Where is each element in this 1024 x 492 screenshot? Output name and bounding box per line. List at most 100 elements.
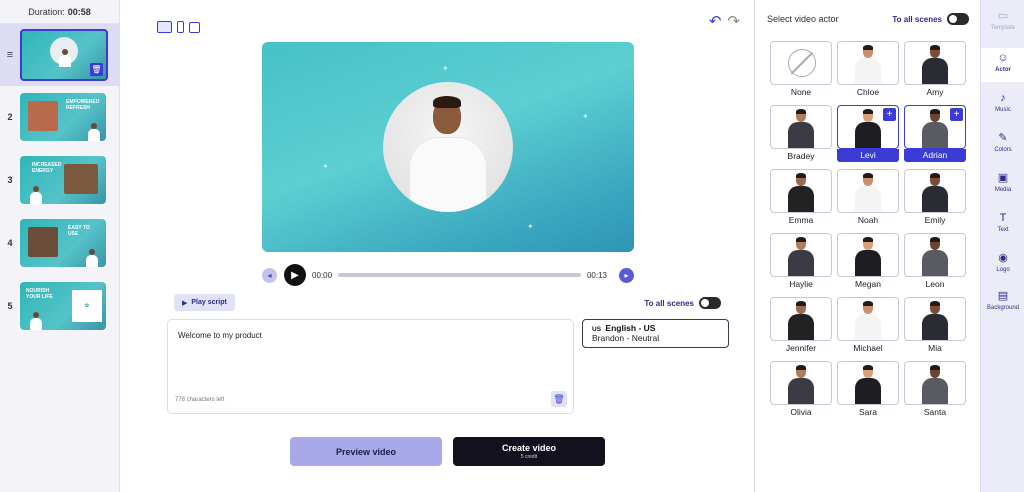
toolbar-item-background[interactable]: ▤ Background	[981, 286, 1024, 316]
toolbar-item-colors[interactable]: ✎ Colors	[981, 128, 1024, 158]
thumbnail-person	[30, 186, 42, 204]
toolbar-item-text[interactable]: T Text	[981, 208, 1024, 238]
actor-thumbnail[interactable]	[837, 297, 899, 341]
play-script-button[interactable]: ▶ Play script	[174, 294, 235, 311]
actor-card[interactable]: Leon	[904, 233, 966, 297]
actor-card[interactable]: Sara	[837, 361, 899, 425]
create-video-button[interactable]: Create video 5 credit	[453, 437, 605, 466]
progress-track[interactable]	[338, 273, 581, 277]
preview-video-button[interactable]: Preview video	[290, 437, 442, 466]
no-actor-icon	[788, 49, 816, 77]
scene-thumbnail[interactable]: 🗑	[20, 29, 108, 81]
toolbar-item-label: Music	[995, 107, 1011, 113]
toolbar-item-template[interactable]: ▭ Template	[981, 6, 1024, 36]
actor-thumbnail[interactable]	[904, 41, 966, 85]
undo-icon[interactable]: ↶	[709, 12, 722, 30]
actor-thumbnail[interactable]	[904, 169, 966, 213]
play-button[interactable]: ▶	[284, 264, 306, 286]
add-actor-icon[interactable]: +	[950, 108, 963, 121]
voice-name: Brandon - Neutral	[592, 333, 660, 343]
actor-card[interactable]: Bradey	[770, 105, 832, 169]
actor-card[interactable]: Jennifer	[770, 297, 832, 361]
toolbar-item-media[interactable]: ▣ Media	[981, 168, 1024, 198]
play-script-label: Play script	[191, 299, 227, 306]
total-time: 00:13	[586, 270, 607, 280]
actor-card[interactable]: None	[770, 41, 832, 105]
toolbar-item-music[interactable]: ♪ Music	[981, 88, 1024, 118]
toolbar-item-actor[interactable]: ☺ Actor	[981, 48, 1024, 82]
actor-thumbnail[interactable]: +	[904, 105, 966, 149]
thumbnail-person	[30, 312, 42, 330]
toolbar-item-label: Background	[986, 305, 1020, 311]
actor-avatar	[383, 82, 513, 212]
none-actor-icon[interactable]	[770, 41, 832, 85]
actor-figure	[788, 109, 814, 148]
actor-thumbnail[interactable]: +	[837, 105, 899, 149]
thumbnail-photo	[28, 101, 58, 131]
actor-thumbnail[interactable]	[837, 169, 899, 213]
toolbar-item-label: Text	[997, 227, 1009, 233]
rewind-icon[interactable]: ◂	[262, 267, 277, 283]
add-actor-icon[interactable]: +	[883, 108, 896, 121]
actor-card[interactable]: Emily	[904, 169, 966, 233]
actor-card[interactable]: Mia	[904, 297, 966, 361]
drag-handle-icon[interactable]: ≡	[0, 49, 20, 61]
actor-thumbnail[interactable]	[837, 233, 899, 277]
actor-card[interactable]: Chloe	[837, 41, 899, 105]
actor-card[interactable]: Megan	[837, 233, 899, 297]
actor-thumbnail[interactable]	[904, 233, 966, 277]
actor-name: Sara	[859, 407, 877, 417]
actor-name: Emily	[924, 215, 946, 225]
sparkle-icon: ✦	[322, 162, 329, 171]
landscape-ratio-icon[interactable]	[157, 21, 172, 33]
scene-item-3[interactable]: 3 INCREASED ENERGY	[0, 155, 120, 205]
scene-item-5[interactable]: 5 NOURISH YOUR LIFE ✿	[0, 281, 120, 331]
scene-thumbnail[interactable]: EASY TO USE	[20, 219, 106, 267]
actor-thumbnail[interactable]	[770, 105, 832, 149]
actor-card[interactable]: Santa	[904, 361, 966, 425]
actor-thumbnail[interactable]	[770, 297, 832, 341]
to-all-scenes-toggle[interactable]	[699, 297, 721, 309]
actor-card[interactable]: Michael	[837, 297, 899, 361]
actor-card[interactable]: + Adrian	[904, 105, 966, 169]
clear-script-icon[interactable]: 🗑	[551, 391, 567, 407]
actor-card[interactable]: Emma	[770, 169, 832, 233]
scene-thumbnail[interactable]: EMPOWERED REFRESH	[20, 93, 106, 141]
actor-to-all-scenes-toggle[interactable]	[947, 13, 969, 25]
actor-card[interactable]: Noah	[837, 169, 899, 233]
voice-selector[interactable]: US English - US Brandon - Neutral	[582, 319, 729, 348]
actor-thumbnail[interactable]	[770, 169, 832, 213]
portrait-ratio-icon[interactable]	[177, 21, 184, 33]
actor-card[interactable]: Haylie	[770, 233, 832, 297]
scene-thumbnail[interactable]: NOURISH YOUR LIFE ✿	[20, 282, 106, 330]
aspect-ratio-selector	[157, 21, 200, 33]
scene-item-2[interactable]: 2 EMPOWERED REFRESH	[0, 92, 120, 142]
scene-thumbnail[interactable]: INCREASED ENERGY	[20, 156, 106, 204]
actor-figure	[922, 301, 948, 340]
forward-icon[interactable]: ▸	[619, 267, 634, 283]
actor-thumbnail[interactable]	[770, 233, 832, 277]
scene-item-4[interactable]: 4 EASY TO USE	[0, 218, 120, 268]
actor-thumbnail[interactable]	[837, 41, 899, 85]
toolbar-item-logo[interactable]: ◉ Logo	[981, 248, 1024, 278]
video-preview[interactable]: ✦ ✦ ✦ ✦	[262, 42, 634, 252]
actor-thumbnail[interactable]	[904, 297, 966, 341]
actor-figure	[922, 365, 948, 404]
current-time: 00:00	[312, 270, 333, 280]
actor-name: Chloe	[856, 87, 880, 97]
actor-thumbnail[interactable]	[770, 361, 832, 405]
scene-item-1[interactable]: ≡ 🗑	[0, 24, 120, 86]
actor-thumbnail[interactable]	[904, 361, 966, 405]
thumbnail-person	[59, 49, 71, 67]
square-ratio-icon[interactable]	[189, 21, 200, 33]
script-textarea[interactable]: Welcome to my product 778 characters lef…	[167, 319, 574, 414]
redo-icon[interactable]: ↷	[727, 12, 740, 30]
actor-thumbnail[interactable]	[837, 361, 899, 405]
actor-card[interactable]: + Levi	[837, 105, 899, 169]
create-video-label: Create video	[501, 443, 557, 453]
actor-card[interactable]: Amy	[904, 41, 966, 105]
delete-scene-icon[interactable]: 🗑	[90, 63, 103, 76]
actor-card[interactable]: Olivia	[770, 361, 832, 425]
voice-language: English - US	[605, 323, 656, 333]
flag-icon: US	[592, 326, 602, 333]
